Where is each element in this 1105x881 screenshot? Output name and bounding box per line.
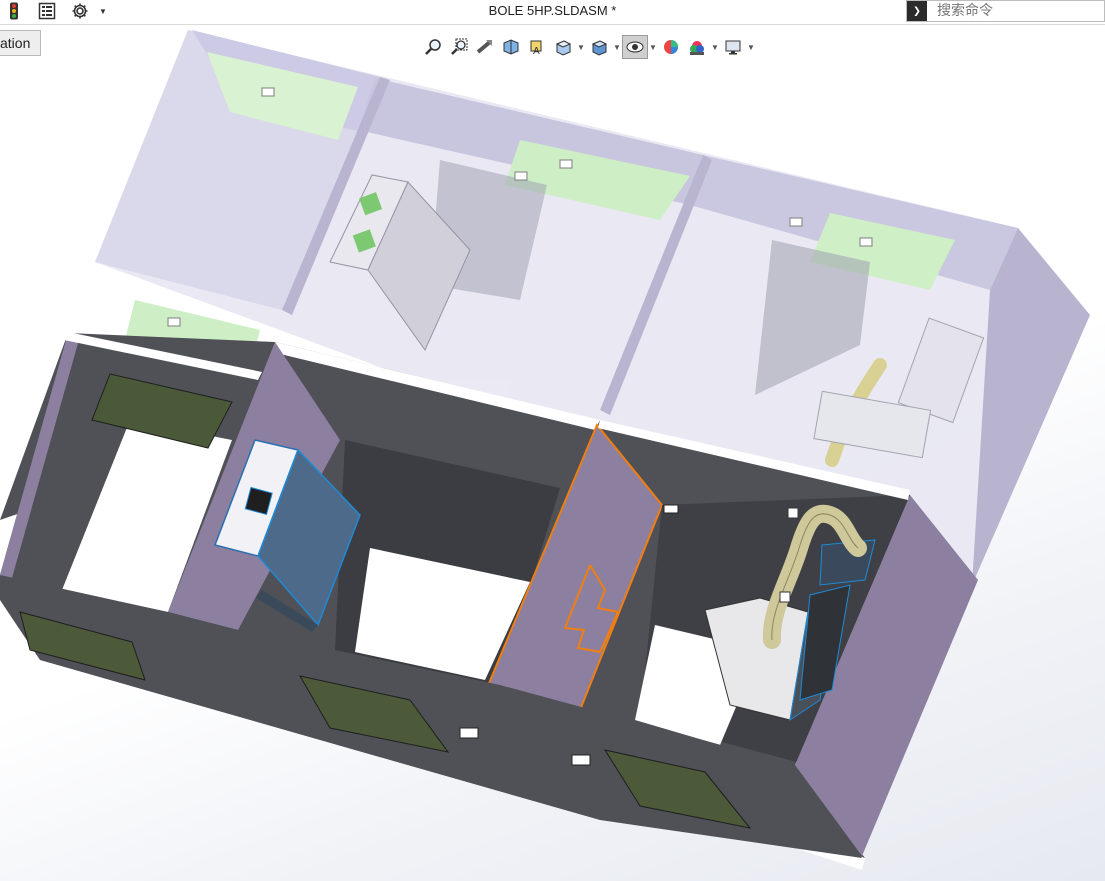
command-prompt-icon: ❯ [907,1,927,21]
tab-label: ation [0,35,31,51]
graphics-viewport[interactable]: A ▼ ▼ ▼ ▼ ▼ [0,25,1105,881]
assembly-model[interactable] [0,25,1105,881]
svg-text:A: A [533,46,540,56]
dynamic-annotation-icon[interactable]: A [524,35,550,59]
display-style-icon[interactable] [586,35,612,59]
dropdown-caret-icon[interactable]: ▼ [612,35,622,59]
command-search-box[interactable]: ❯ [906,0,1105,22]
edit-appearance-icon[interactable] [658,35,684,59]
heads-up-view-toolbar: A ▼ ▼ ▼ ▼ ▼ [420,35,756,59]
dropdown-caret-icon[interactable]: ▼ [746,35,756,59]
zoom-to-fit-icon[interactable] [420,35,446,59]
solidworks-window: ▼ BOLE 5HP.SLDASM * ❯ 搜索命令 A ▼ ▼ ▼ ▼ ▼ a… [0,0,1105,881]
zoom-to-area-icon[interactable] [446,35,472,59]
dropdown-caret-icon[interactable]: ▼ [648,35,658,59]
view-orientation-icon[interactable] [550,35,576,59]
dropdown-caret-icon[interactable]: ▼ [710,35,720,59]
title-bar: ▼ BOLE 5HP.SLDASM * ❯ [0,0,1105,25]
apply-scene-icon[interactable] [684,35,710,59]
hide-show-items-icon[interactable] [622,35,648,59]
dropdown-caret-icon[interactable]: ▼ [576,35,586,59]
section-view-icon[interactable] [498,35,524,59]
search-input[interactable] [927,1,1104,21]
view-settings-icon[interactable] [720,35,746,59]
tab-configuration[interactable]: ation [0,30,41,56]
previous-view-icon[interactable] [472,35,498,59]
